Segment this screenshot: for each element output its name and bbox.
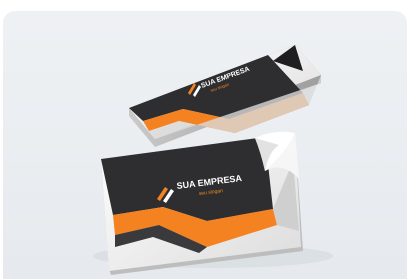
business-cards-mockup-image: SUA EMPRESA seu slogan SUA EMPRESA seu s…: [3, 11, 407, 279]
product-image-frame: SUA EMPRESA seu slogan SUA EMPRESA seu s…: [3, 11, 407, 279]
